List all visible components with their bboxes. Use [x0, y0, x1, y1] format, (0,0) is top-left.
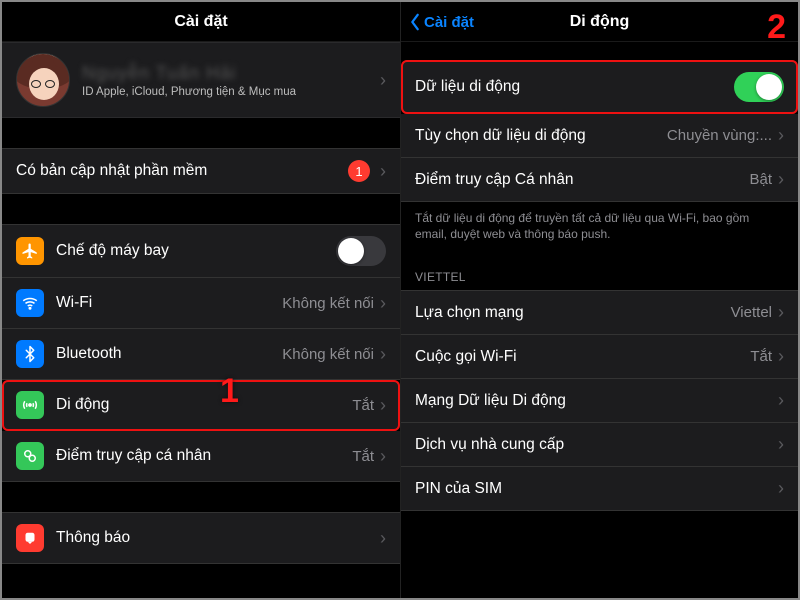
cellular-screen: Cài đặt Di động 2 Dữ liệu di động Tùy ch… [400, 2, 798, 598]
row-value: Không kết nối [282, 346, 374, 363]
row-label: Dịch vụ nhà cung cấp [415, 436, 772, 454]
chevron-right-icon: › [778, 478, 784, 499]
wifi-icon [16, 289, 44, 317]
chevron-right-icon: › [380, 528, 386, 549]
avatar [16, 53, 70, 107]
notifications-row[interactable]: Thông báo › [2, 512, 400, 564]
row-label: Dữ liệu di động [415, 78, 734, 96]
row-label: Chế độ máy bay [56, 242, 336, 260]
software-update-row[interactable]: Có bản cập nhật phần mềm 1 › [2, 148, 400, 194]
cellular-data-row[interactable]: Dữ liệu di động [401, 60, 798, 114]
row-label: Lựa chọn mạng [415, 304, 731, 322]
row-label: Điểm truy cập Cá nhân [415, 171, 749, 189]
profile-text: Nguyễn Tuấn Hải ID Apple, iCloud, Phương… [82, 63, 374, 98]
chevron-right-icon: › [778, 169, 784, 190]
footer-hint: Tắt dữ liệu di động để truyền tất cả dữ … [401, 202, 798, 254]
chevron-right-icon: › [380, 293, 386, 314]
profile-name: Nguyễn Tuấn Hải [82, 63, 374, 84]
hotspot-row[interactable]: Điểm truy cập cá nhân Tắt › [2, 431, 400, 482]
back-button[interactable]: Cài đặt [409, 2, 474, 42]
airplane-toggle[interactable] [336, 236, 386, 266]
chevron-right-icon: › [778, 302, 784, 323]
header: Cài đặt Di động [401, 2, 798, 42]
row-value: Tắt [750, 348, 772, 365]
carrier-services-row[interactable]: Dịch vụ nhà cung cấp › [401, 423, 798, 467]
chevron-right-icon: › [778, 434, 784, 455]
page-title: Cài đặt [174, 13, 227, 31]
chevron-right-icon: › [778, 125, 784, 146]
back-label: Cài đặt [424, 14, 474, 31]
network-selection-row[interactable]: Lựa chọn mạng Viettel › [401, 290, 798, 335]
cellular-options-row[interactable]: Tùy chọn dữ liệu di động Chuyền vùng:...… [401, 114, 798, 158]
hotspot-icon [16, 442, 44, 470]
row-value: Bật [749, 171, 772, 188]
bluetooth-icon [16, 340, 44, 368]
row-value: Tắt [352, 397, 374, 414]
apple-id-row[interactable]: Nguyễn Tuấn Hải ID Apple, iCloud, Phương… [2, 42, 400, 118]
airplane-mode-row[interactable]: Chế độ máy bay [2, 224, 400, 278]
step-number-2: 2 [767, 8, 786, 47]
row-value: Tắt [352, 448, 374, 465]
bluetooth-row[interactable]: Bluetooth Không kết nối › [2, 329, 400, 380]
row-label: Bluetooth [56, 345, 282, 363]
settings-screen: Cài đặt Nguyễn Tuấn Hải ID Apple, iCloud… [2, 2, 400, 598]
row-label: Tùy chọn dữ liệu di động [415, 127, 667, 145]
row-label: Có bản cập nhật phần mềm [16, 162, 348, 180]
chevron-right-icon: › [380, 161, 386, 182]
cellular-network-row[interactable]: Mạng Dữ liệu Di động › [401, 379, 798, 423]
chevron-right-icon: › [380, 344, 386, 365]
screenshot-pair: Cài đặt Nguyễn Tuấn Hải ID Apple, iCloud… [0, 0, 800, 600]
cellular-data-toggle[interactable] [734, 72, 784, 102]
wifi-calling-row[interactable]: Cuộc gọi Wi-Fi Tắt › [401, 335, 798, 379]
row-label: Wi-Fi [56, 294, 282, 312]
row-label: Di động [56, 396, 352, 414]
airplane-icon [16, 237, 44, 265]
update-badge: 1 [348, 160, 370, 182]
row-label: Mạng Dữ liệu Di động [415, 392, 772, 410]
chevron-right-icon: › [778, 346, 784, 367]
wifi-row[interactable]: Wi-Fi Không kết nối › [2, 278, 400, 329]
page-title: Di động [570, 13, 630, 31]
row-label: Cuộc gọi Wi-Fi [415, 348, 750, 366]
row-value: Không kết nối [282, 295, 374, 312]
chevron-right-icon: › [778, 390, 784, 411]
carrier-section-title: VIETTEL [401, 254, 798, 290]
row-value: Viettel [731, 304, 772, 321]
row-label: Điểm truy cập cá nhân [56, 447, 352, 465]
chevron-right-icon: › [380, 446, 386, 467]
profile-subtitle: ID Apple, iCloud, Phương tiện & Mục mua [82, 86, 374, 98]
cellular-icon [16, 391, 44, 419]
personal-hotspot-row[interactable]: Điểm truy cập Cá nhân Bật › [401, 158, 798, 202]
row-label: Thông báo [56, 529, 374, 547]
chevron-right-icon: › [380, 70, 386, 91]
cellular-row[interactable]: Di động Tắt › [2, 380, 400, 431]
header: Cài đặt [2, 2, 400, 42]
row-value: Chuyền vùng:... [667, 127, 772, 144]
step-number-1: 1 [220, 372, 239, 411]
sim-pin-row[interactable]: PIN của SIM › [401, 467, 798, 511]
chevron-right-icon: › [380, 395, 386, 416]
notifications-icon [16, 524, 44, 552]
row-label: PIN của SIM [415, 480, 772, 498]
